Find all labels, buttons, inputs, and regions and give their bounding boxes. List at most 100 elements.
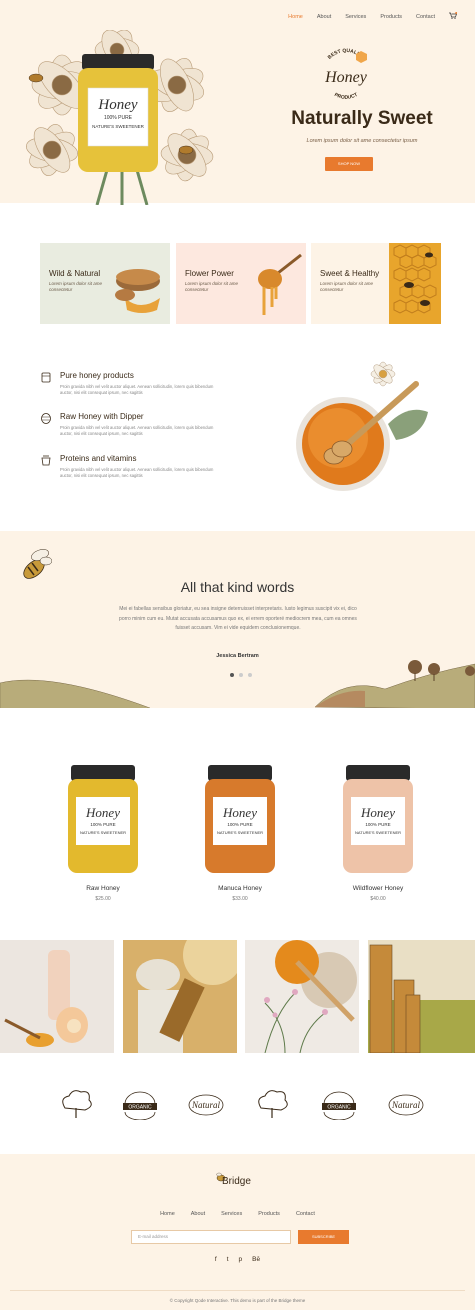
category-card-sweet-healthy[interactable]: Sweet & Healthy Lorem ipsum dolor sit am… [311,243,441,324]
hero-flowers-jar-illustration: Honey 100% PURE NATURE'S SWEETENER [26,30,214,205]
social-links: f t p Bē [0,1256,475,1263]
honey-jar-icon [41,372,51,383]
footer-nav: Home About Services Products Contact [0,1211,475,1217]
feature-item: Proteins and vitamins Proin gravida nibh… [40,454,230,484]
svg-text:ORGANIC: ORGANIC [327,1105,351,1111]
card-desc: Lorem ipsum dolor sit ame consectetur [320,281,374,292]
svg-text:Natural: Natural [391,1100,421,1110]
product-name[interactable]: Wildflower Honey [323,885,433,892]
footer-nav-services[interactable]: Services [221,1211,242,1217]
gallery-image-honey-flowers[interactable] [245,940,359,1053]
svg-text:100% PURE: 100% PURE [104,115,133,121]
honey-dipper-image [258,253,302,315]
product-price: $25.00 [95,896,111,902]
feature-title: Proteins and vitamins [60,454,137,463]
best-quality-badge: BEST QUALITY Honey PRODUCT [324,48,368,101]
category-card-wild-natural[interactable]: Wild & Natural Lorem ipsum dolor sit ame… [40,243,170,324]
gallery-image-beehives[interactable] [368,940,475,1053]
nav-products[interactable]: Products [380,14,402,20]
svg-text:NATURE'S SWEETENER: NATURE'S SWEETENER [92,124,145,129]
honeycomb-bowl-image [115,269,160,313]
beehive-icon [41,413,51,424]
natural-logo-icon: Natural [388,1094,424,1116]
organic-logo-icon: ORGANIC [322,1091,356,1120]
footer-nav-about[interactable]: About [191,1211,205,1217]
honey-pot-icon [41,455,51,466]
svg-text:PRODUCT: PRODUCT [333,92,358,101]
svg-text:Honey: Honey [85,805,120,820]
svg-text:NATURE'S SWEETENER: NATURE'S SWEETENER [355,830,401,835]
svg-text:100% PURE: 100% PURE [365,822,390,827]
hero-subtitle: Lorem ipsum dolor sit ame consectetur ip… [306,138,418,144]
feature-desc: Proin gravida nibh vel velit auctor aliq… [60,425,214,436]
feature-desc: Proin gravida nibh vel velit auctor aliq… [60,384,214,395]
gallery-image-beekeeper[interactable] [123,940,237,1053]
tree-logo-icon [62,1090,92,1118]
shop-now-button[interactable]: SHOP NOW [325,157,373,171]
footer-nav-products[interactable]: Products [258,1211,280,1217]
feature-item: Raw Honey with Dipper Proin gravida nibh… [40,412,230,442]
footer: Bridge Home About Services Products Cont… [0,1154,475,1310]
product-card[interactable]: Honey 100% PURE NATURE'S SWEETENER Wildf… [343,765,413,902]
category-card-flower-power[interactable]: Flower Power Lorem ipsum dolor sit ame c… [176,243,306,324]
product-image: Honey 100% PURE NATURE'S SWEETENER [205,765,275,873]
svg-text:Honey: Honey [324,69,368,86]
carousel-dot[interactable] [230,673,234,677]
email-input[interactable]: E-mail address [131,1230,291,1244]
product-name[interactable]: Raw Honey [48,885,158,892]
feature-desc: Proin gravida nibh vel velit auctor aliq… [60,467,214,478]
hero-section: Home About Services Products Contact Hon… [0,0,475,205]
feature-title: Raw Honey with Dipper [60,412,144,421]
tree-logo-icon [258,1090,288,1118]
card-title: Flower Power [185,269,234,278]
nav-services[interactable]: Services [345,14,366,20]
organic-logo-icon: ORGANIC [123,1091,157,1120]
carousel-dot[interactable] [248,673,252,677]
honeycomb-bees-image [389,243,441,324]
footer-divider [10,1290,465,1291]
product-price: $40.00 [370,896,386,902]
main-nav: Home About Services Products Contact [288,12,458,21]
cart-icon[interactable] [449,12,458,21]
footer-nav-home[interactable]: Home [160,1211,175,1217]
testimonial-author: Jessica Bertram [216,653,259,659]
carousel-dots [230,673,252,677]
feature-item: Pure honey products Proin gravida nibh v… [40,371,230,401]
carousel-dot[interactable] [239,673,243,677]
twitter-icon[interactable]: t [227,1256,229,1263]
subscribe-button[interactable]: SUBSCRIBE [298,1230,349,1244]
svg-text:ORGANIC: ORGANIC [128,1105,152,1111]
honey-bowl-dipper-image [296,361,428,491]
card-title: Wild & Natural [49,269,101,278]
product-card[interactable]: Honey 100% PURE NATURE'S SWEETENER Raw H… [68,765,138,902]
svg-text:100% PURE: 100% PURE [90,822,115,827]
testimonials-section: All that kind words Mei ei fabellas sens… [0,531,475,708]
pinterest-icon[interactable]: p [239,1256,243,1263]
nav-home[interactable]: Home [288,14,303,20]
product-name[interactable]: Manuca Honey [185,885,295,892]
svg-text:Honey: Honey [222,805,257,820]
copyright: © Copyright Qode Interactive. This demo … [169,1298,306,1303]
card-desc: Lorem ipsum dolor sit ame consectetur [185,281,239,292]
svg-text:NATURE'S SWEETENER: NATURE'S SWEETENER [80,830,126,835]
facebook-icon[interactable]: f [215,1256,217,1263]
product-card[interactable]: Honey 100% PURE NATURE'S SWEETENER Manuc… [205,765,275,902]
footer-nav-contact[interactable]: Contact [296,1211,315,1217]
natural-logo-icon: Natural [188,1094,224,1116]
testimonial-quote: Mei ei fabellas sensibus gloriatur, eu s… [119,606,357,631]
product-price: $33.00 [232,896,248,902]
product-image: Honey 100% PURE NATURE'S SWEETENER [68,765,138,873]
card-title: Sweet & Healthy [320,269,380,278]
behance-icon[interactable]: Bē [252,1256,260,1263]
gallery-image-honey-tea[interactable] [0,940,114,1053]
svg-text:Honey: Honey [360,805,395,820]
testimonials-title: All that kind words [180,579,295,595]
hill-illustration [0,679,150,708]
svg-text:Honey: Honey [97,97,137,113]
footer-logo[interactable]: Bridge [222,1176,251,1187]
nav-about[interactable]: About [317,14,331,20]
feature-title: Pure honey products [60,371,134,380]
nav-contact[interactable]: Contact [416,14,435,20]
svg-text:100% PURE: 100% PURE [227,822,252,827]
hero-title: Naturally Sweet [291,108,433,129]
